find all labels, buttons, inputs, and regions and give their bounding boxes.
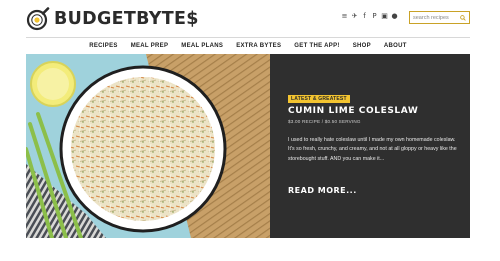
facebook-icon[interactable]: f <box>361 13 368 20</box>
nav-item-recipes[interactable]: RECIPES <box>89 43 117 49</box>
nav-item-extra-bytes[interactable]: EXTRA BYTES <box>236 43 281 49</box>
social-links: ≡ ✈ f P ▣ ● <box>341 13 398 20</box>
main-nav: RECIPES MEAL PREP MEAL PLANS EXTRA BYTES… <box>26 38 470 54</box>
nav-item-about[interactable]: ABOUT <box>384 43 407 49</box>
nav-item-meal-prep[interactable]: MEAL PREP <box>131 43 169 49</box>
frying-pan-logo-icon <box>26 7 50 31</box>
search-input[interactable] <box>410 12 458 23</box>
brand-name: BUDGETBYTE$ <box>54 9 199 29</box>
recipe-excerpt: I used to really hate coleslaw until I m… <box>288 137 457 162</box>
nav-item-get-the-app[interactable]: GET THE APP! <box>294 43 339 49</box>
user-icon[interactable]: ● <box>391 13 398 20</box>
read-more-link[interactable]: READ MORE... <box>288 186 357 195</box>
nav-item-shop[interactable]: SHOP <box>353 43 371 49</box>
featured-recipe-photo[interactable] <box>26 54 270 238</box>
instagram-icon[interactable]: ▣ <box>381 13 388 20</box>
latest-badge: LATEST & GREATEST <box>288 95 350 103</box>
recipe-cost: $3.00 RECIPE / $0.50 SERVING <box>288 119 361 124</box>
logo[interactable]: BUDGETBYTE$ <box>26 6 199 32</box>
search-box <box>409 11 470 24</box>
recipe-title[interactable]: CUMIN LIME COLESLAW <box>288 106 418 116</box>
search-icon[interactable] <box>458 12 467 23</box>
twitter-icon[interactable]: ✈ <box>351 13 358 20</box>
nav-item-meal-plans[interactable]: MEAL PLANS <box>181 43 223 49</box>
coleslaw-bowl-image <box>26 54 270 238</box>
rss-icon[interactable]: ≡ <box>341 13 348 20</box>
pinterest-icon[interactable]: P <box>371 13 378 20</box>
